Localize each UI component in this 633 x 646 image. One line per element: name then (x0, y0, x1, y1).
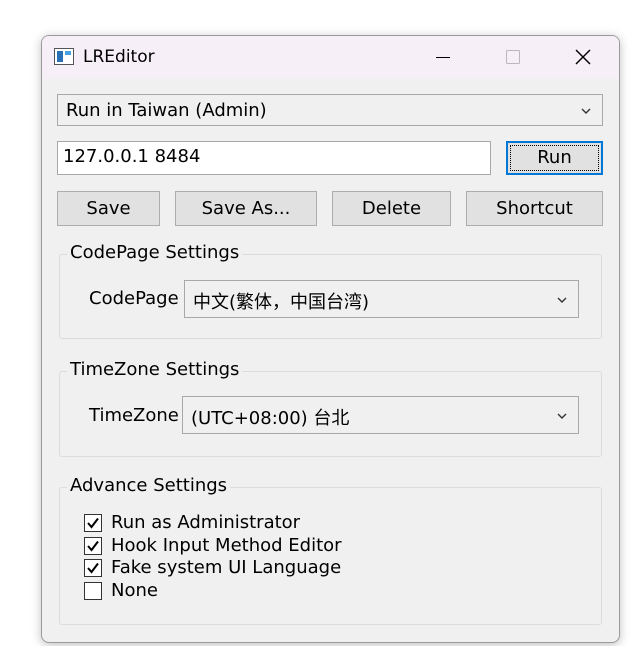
codepage-label: CodePage (89, 288, 179, 309)
title-bar[interactable]: LREditor (42, 36, 619, 79)
save-button-label: Save (86, 198, 131, 219)
command-input[interactable]: 127.0.0.1 8484 (57, 141, 491, 175)
chevron-down-icon (557, 413, 567, 419)
close-icon (575, 49, 591, 65)
advance-settings-title: Advance Settings (67, 475, 231, 497)
codepage-settings-title: CodePage Settings (67, 242, 243, 264)
checkbox-label: Fake system UI Language (111, 557, 342, 578)
checkmark-icon (87, 540, 99, 552)
checkbox-box[interactable] (84, 559, 102, 577)
checkmark-icon (87, 562, 99, 574)
checkbox-box[interactable] (84, 537, 102, 555)
command-input-value: 127.0.0.1 8484 (63, 146, 201, 167)
save-button[interactable]: Save (57, 191, 160, 226)
checkbox-box[interactable] (84, 582, 102, 600)
maximize-button[interactable] (489, 36, 535, 79)
run-button[interactable]: Run (506, 141, 603, 175)
delete-button-label: Delete (361, 198, 422, 219)
timezone-select-value: (UTC+08:00) 台北 (191, 408, 350, 429)
delete-button[interactable]: Delete (332, 191, 451, 226)
timezone-label: TimeZone (89, 405, 179, 426)
timezone-select[interactable]: (UTC+08:00) 台北 (182, 396, 579, 434)
profile-select-value: Run in Taiwan (Admin) (66, 100, 267, 121)
codepage-select-value: 中文(繁体，中国台湾) (193, 292, 370, 313)
lreditor-window: LREditor Run in Taiwan (Admin) 127.0.0.1… (41, 35, 620, 643)
shortcut-button[interactable]: Shortcut (466, 191, 603, 226)
minimize-icon (436, 57, 450, 58)
save-as-button[interactable]: Save As... (175, 191, 317, 226)
maximize-icon (506, 50, 520, 64)
checkbox-label: None (111, 580, 158, 601)
shortcut-button-label: Shortcut (496, 198, 573, 219)
codepage-select[interactable]: 中文(繁体，中国台湾) (184, 280, 579, 318)
checkmark-icon (87, 517, 99, 529)
minimize-button[interactable] (420, 36, 466, 79)
checkbox-label: Hook Input Method Editor (111, 535, 342, 556)
save-as-button-label: Save As... (201, 198, 291, 219)
profile-select[interactable]: Run in Taiwan (Admin) (57, 94, 603, 126)
chevron-down-icon (581, 108, 591, 114)
chevron-down-icon (557, 297, 567, 303)
window-title: LREditor (83, 47, 155, 67)
timezone-settings-title: TimeZone Settings (67, 359, 243, 381)
app-window-icon (54, 48, 74, 65)
checkbox-label: Run as Administrator (111, 512, 301, 533)
close-button[interactable] (560, 36, 606, 79)
checkbox-box[interactable] (84, 514, 102, 532)
